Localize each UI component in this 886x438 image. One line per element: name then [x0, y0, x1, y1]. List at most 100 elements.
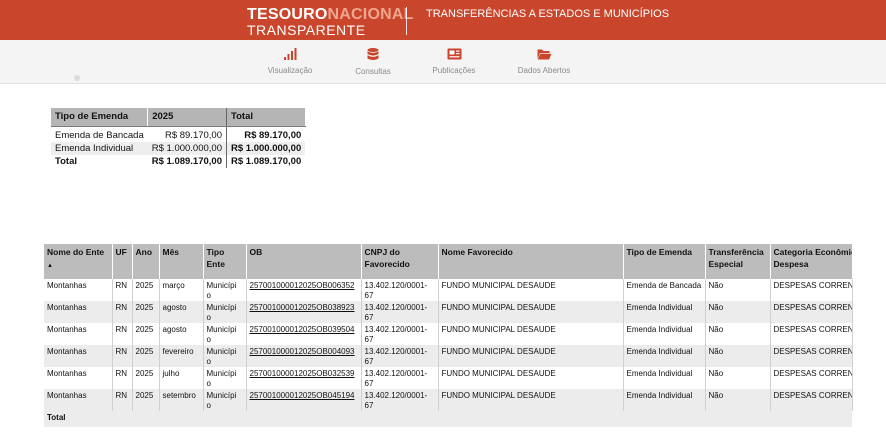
nav-item-publicacoes[interactable]: Publicações: [414, 48, 494, 75]
table-row: Montanhas RN 2025 setembro Municípi o 2570010…: [44, 389, 853, 411]
column-header-mes[interactable]: Mês: [159, 244, 204, 279]
cell-tipo-ente: Municípi o: [203, 301, 247, 323]
cell-transferencia-especial: Não: [705, 367, 771, 389]
cell-transferencia-especial: Não: [705, 389, 771, 411]
summary-cell-total: R$ 1.000.000,00: [226, 142, 306, 155]
summary-row: Emenda de Bancada R$ 89.170,00 R$ 89.170…: [51, 126, 305, 142]
detail-total-label: Total: [44, 411, 852, 427]
header-text-despesa: Despesa: [773, 259, 809, 269]
summary-header-tipo[interactable]: Tipo de Emenda: [51, 108, 149, 127]
nav-item-dados-abertos[interactable]: Dados Abertos: [504, 48, 584, 75]
top-header-bar: TESOURONACIONAL TRANSPARENTE TRANSFERÊNC…: [0, 0, 886, 40]
table-row: Montanhas RN 2025 julho Municípi o 2570010000…: [44, 367, 853, 389]
cell-ob-link[interactable]: 257001000012025OB038923: [246, 301, 362, 323]
cell-transferencia-especial: Não: [705, 279, 771, 301]
cell-tipo-ente: Municípi o: [203, 345, 247, 367]
header-text-tipo: Tipo: [206, 247, 225, 257]
detail-total-row: Total: [44, 411, 852, 427]
column-header-cnpj[interactable]: CNPJ do Favorecido: [361, 244, 439, 279]
header-text-ente: Ente: [206, 259, 225, 269]
cell-cnpj: 13.402.120/0001-67: [361, 389, 439, 411]
cell-ano: 2025: [132, 323, 160, 345]
column-header-ob[interactable]: OB: [246, 244, 362, 279]
cell-cnpj: 13.402.120/0001-67: [361, 301, 439, 323]
tesouro-transparente-logo[interactable]: TESOURONACIONAL TRANSPARENTE: [247, 6, 414, 38]
cell-nome-ente: Montanhas: [44, 389, 113, 411]
cell-uf: RN: [112, 367, 133, 389]
nav-item-visualizacao[interactable]: Visualização: [250, 48, 330, 75]
summary-cell-year: R$ 89.170,00: [147, 126, 227, 142]
cell-nome-favorecido: FUNDO MUNICIPAL DESAUDE: [438, 345, 624, 367]
cell-cnpj: 13.402.120/0001-67: [361, 367, 439, 389]
nav-label-visualizacao: Visualização: [267, 66, 313, 75]
cell-mes: julho: [159, 367, 204, 389]
cell-uf: RN: [112, 279, 133, 301]
cell-transferencia-especial: Não: [705, 345, 771, 367]
summary-total-total: R$ 1.089.170,00: [231, 156, 302, 167]
cell-ano: 2025: [132, 345, 160, 367]
column-header-tipo-emenda[interactable]: Tipo de Emenda: [623, 244, 706, 279]
summary-row: Emenda Individual R$ 1.000.000,00 R$ 1.0…: [51, 142, 306, 155]
sort-ascending-icon[interactable]: ▲: [47, 260, 109, 272]
column-header-uf[interactable]: UF: [112, 244, 133, 279]
logo-tesouro-text: TESOURO: [247, 6, 328, 23]
cell-ob-link[interactable]: 257001000012025OB006352: [246, 279, 362, 301]
cell-nome-ente: Montanhas: [44, 301, 113, 323]
cell-categoria: DESPESAS CORRENTES: [770, 279, 853, 301]
nav-label-dados-abertos: Dados Abertos: [517, 66, 571, 75]
cell-tipo-emenda: Emenda Individual: [623, 367, 706, 389]
column-header-nome-ente[interactable]: Nome do Ente ▲: [44, 244, 113, 279]
cell-mes: fevereiro: [159, 345, 204, 367]
cell-categoria: DESPESAS CORRENTES: [770, 301, 853, 323]
summary-total-year: R$ 1.089.170,00: [147, 155, 227, 168]
cell-uf: RN: [112, 301, 133, 323]
faint-marker: [74, 75, 80, 81]
header-text-especial: Especial: [708, 259, 744, 269]
nav-label-publicacoes: Publicações: [432, 66, 476, 75]
cell-ob-link[interactable]: 257001000012025OB004093: [246, 345, 362, 367]
logo-nacional-text: NACIONAL: [327, 6, 414, 23]
cell-categoria: DESPESAS CORRENTES: [770, 367, 853, 389]
cell-mes: agosto: [159, 323, 204, 345]
summary-cell-year: R$ 1.000.000,00: [147, 142, 227, 155]
summary-cell-total: R$ 89.170,00: [244, 130, 302, 142]
cell-cnpj: 13.402.120/0001-67: [361, 323, 439, 345]
header-text-categoria: Categoria Econômica: [773, 247, 852, 257]
nav-item-consultas[interactable]: Consultas: [333, 48, 413, 76]
table-row: Montanhas RN 2025 agosto Municípi o 257001000…: [44, 323, 853, 345]
table-row: Montanhas RN 2025 março Municípi o 2570010000…: [44, 279, 853, 301]
header-divider: [406, 7, 407, 35]
cell-mes: agosto: [159, 301, 204, 323]
header-text-cnpj: CNPJ do: [364, 247, 400, 257]
cell-nome-favorecido: FUNDO MUNICIPAL DESAUDE: [438, 323, 624, 345]
column-header-transferencia-especial[interactable]: Transferência Especial: [705, 244, 771, 279]
cell-tipo-ente: Municípi o: [203, 279, 247, 301]
cell-nome-ente: Montanhas: [44, 323, 113, 345]
cell-tipo-emenda: Emenda de Bancada: [623, 279, 706, 301]
summary-header-year[interactable]: 2025: [147, 108, 227, 127]
newspaper-icon: [447, 48, 461, 60]
summary-cell-tipo: Emenda de Bancada: [55, 130, 144, 142]
cell-ob-link[interactable]: 257001000012025OB039504: [246, 323, 362, 345]
cell-uf: RN: [112, 323, 133, 345]
cell-categoria: DESPESAS CORRENTES: [770, 323, 853, 345]
column-header-nome-favorecido[interactable]: Nome Favorecido: [438, 244, 624, 279]
header-text-nome-ente: Nome do Ente: [47, 247, 105, 257]
cell-nome-ente: Montanhas: [44, 367, 113, 389]
cell-nome-favorecido: FUNDO MUNICIPAL DESAUDE: [438, 367, 624, 389]
summary-header-total[interactable]: Total: [226, 108, 306, 127]
summary-total-label: Total: [55, 156, 77, 167]
column-header-categoria[interactable]: Categoria Econômica Despesa: [770, 244, 853, 279]
nav-label-consultas: Consultas: [355, 67, 391, 76]
table-row: Montanhas RN 2025 fevereiro Municípi o 257001…: [44, 345, 853, 367]
cell-nome-favorecido: FUNDO MUNICIPAL DESAUDE: [438, 279, 624, 301]
database-icon: [367, 48, 379, 61]
header-text-favorecido: Favorecido: [364, 259, 410, 269]
table-row: Montanhas RN 2025 agosto Municípi o 257001000…: [44, 301, 853, 323]
column-header-tipo-ente[interactable]: Tipo Ente: [203, 244, 247, 279]
cell-ob-link[interactable]: 257001000012025OB045194: [246, 389, 362, 411]
cell-tipo-emenda: Emenda Individual: [623, 301, 706, 323]
cell-tipo-emenda: Emenda Individual: [623, 389, 706, 411]
column-header-ano[interactable]: Ano: [132, 244, 160, 279]
cell-ob-link[interactable]: 257001000012025OB032539: [246, 367, 362, 389]
